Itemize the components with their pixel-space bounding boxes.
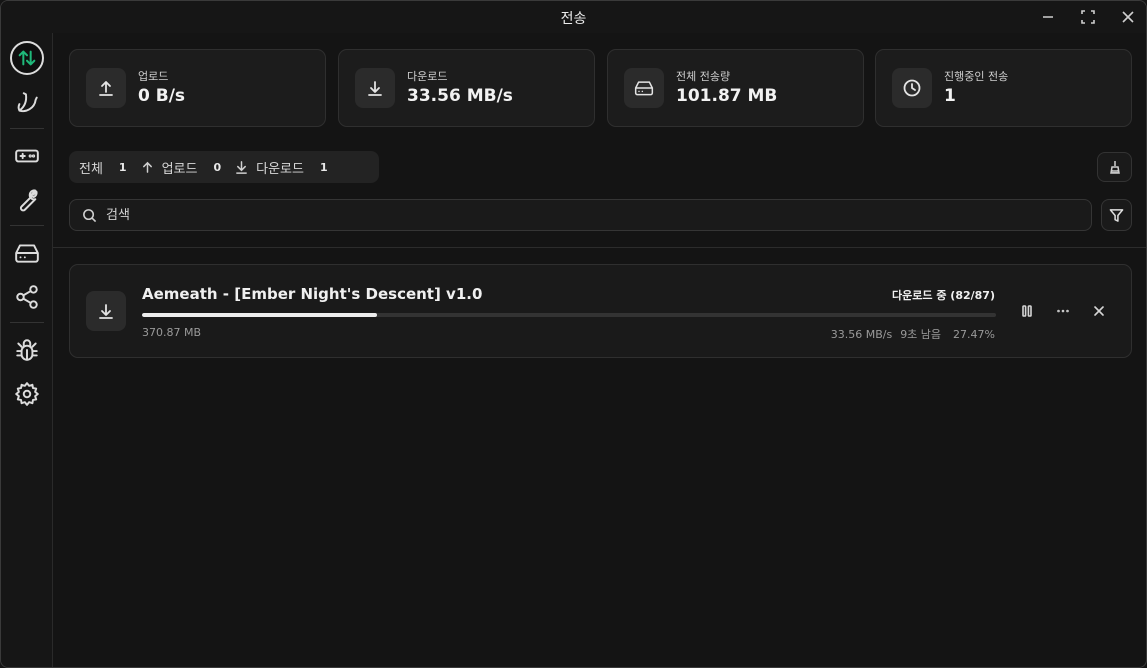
upload-icon <box>142 161 152 173</box>
gamepad-icon <box>15 149 39 163</box>
tab-count: 1 <box>319 160 328 174</box>
transfer-icon <box>18 50 36 66</box>
cancel-transfer-button[interactable] <box>1087 299 1111 323</box>
minimize-button[interactable] <box>1035 5 1061 29</box>
download-icon <box>86 291 126 331</box>
search-input[interactable] <box>106 205 1066 225</box>
sidebar-item-storage[interactable] <box>10 236 44 270</box>
sidebar-item-debug[interactable] <box>10 333 44 367</box>
tab-label: 전체 <box>79 161 103 177</box>
share-icon <box>16 285 38 309</box>
progress-fill <box>142 313 377 317</box>
tab-upload[interactable]: 업로드 0 <box>141 158 222 177</box>
filter-button[interactable] <box>1101 199 1132 231</box>
sidebar-divider <box>10 322 44 323</box>
maximize-button[interactable] <box>1075 5 1101 29</box>
tab-label: 다운로드 <box>256 161 304 177</box>
tab-all[interactable]: 전체 1 <box>79 158 127 177</box>
stat-value: 101.87 MB <box>676 86 778 106</box>
search-bar <box>69 199 1092 231</box>
search-icon <box>83 209 97 223</box>
stat-value: 1 <box>944 86 956 106</box>
sidebar-divider <box>10 128 44 129</box>
tab-download[interactable]: 다운로드 1 <box>235 158 328 177</box>
transfer-meta: 33.56 MB/s 9초 남음 27.47% <box>823 326 995 342</box>
stat-label: 진행중인 전송 <box>944 70 1009 83</box>
filter-icon <box>1109 208 1124 222</box>
sidebar-item-banana[interactable] <box>10 86 44 120</box>
transfer-name: Aemeath - [Ember Night's Descent] v1.0 <box>142 285 483 303</box>
bug-icon <box>16 339 38 361</box>
pause-icon <box>1022 305 1032 317</box>
more-icon <box>1057 309 1069 313</box>
stat-value: 33.56 MB/s <box>407 86 513 106</box>
clock-icon <box>892 68 932 108</box>
drive-icon <box>624 68 664 108</box>
drive-icon <box>15 244 39 263</box>
upload-icon <box>86 68 126 108</box>
more-button[interactable] <box>1051 299 1075 323</box>
transfer-remaining: 9초 남음 <box>900 328 942 341</box>
minimize-icon <box>1043 16 1053 18</box>
download-icon <box>236 160 248 174</box>
pause-button[interactable] <box>1015 299 1039 323</box>
sidebar-item-games[interactable] <box>10 139 44 173</box>
tab-count: 1 <box>118 160 127 174</box>
stat-label: 전체 전송량 <box>676 70 731 83</box>
transfer-item: Aemeath - [Ember Night's Descent] v1.0 다… <box>69 264 1132 358</box>
sidebar-item-settings[interactable] <box>10 377 44 411</box>
tab-count: 0 <box>213 160 222 174</box>
window-title: 전송 <box>560 11 587 27</box>
stat-label: 업로드 <box>138 70 169 83</box>
close-icon <box>1122 11 1134 23</box>
banana-icon <box>17 92 38 113</box>
stat-card-upload: 업로드 0 B/s <box>69 49 326 127</box>
progress-bar <box>142 313 996 317</box>
transfer-status: 다운로드 중 (82/87) <box>892 289 995 302</box>
filter-tabs: 전체 1 업로드 0 다운로드 1 <box>69 151 379 183</box>
download-icon <box>355 68 395 108</box>
tab-label: 업로드 <box>161 161 198 177</box>
title-bar: 전송 <box>1 1 1146 33</box>
maximize-icon <box>1081 10 1095 24</box>
transfer-percent: 27.47% <box>953 328 995 341</box>
stat-card-active: 진행중인 전송 1 <box>875 49 1132 127</box>
wrench-icon <box>20 189 38 212</box>
sidebar-item-tools[interactable] <box>10 183 44 217</box>
sidebar <box>1 33 53 667</box>
app-window: 전송 업로드 0 B/s 다운로드 33.56 MB/s 전체 전송량 101.… <box>0 0 1147 668</box>
stat-label: 다운로드 <box>407 70 448 83</box>
stat-card-download: 다운로드 33.56 MB/s <box>338 49 595 127</box>
sidebar-divider <box>10 225 44 226</box>
settings-icon <box>15 382 39 406</box>
stat-value: 0 B/s <box>138 86 186 106</box>
close-window-button[interactable] <box>1115 5 1141 29</box>
clear-completed-button[interactable] <box>1097 152 1132 182</box>
close-icon <box>1094 306 1104 316</box>
section-divider <box>53 247 1146 248</box>
sidebar-item-share[interactable] <box>10 280 44 314</box>
sidebar-item-transfers[interactable] <box>10 41 44 75</box>
broom-icon <box>1109 161 1120 174</box>
transfer-size: 370.87 MB <box>142 326 202 339</box>
stat-card-total: 전체 전송량 101.87 MB <box>607 49 864 127</box>
transfer-speed: 33.56 MB/s <box>830 328 893 341</box>
